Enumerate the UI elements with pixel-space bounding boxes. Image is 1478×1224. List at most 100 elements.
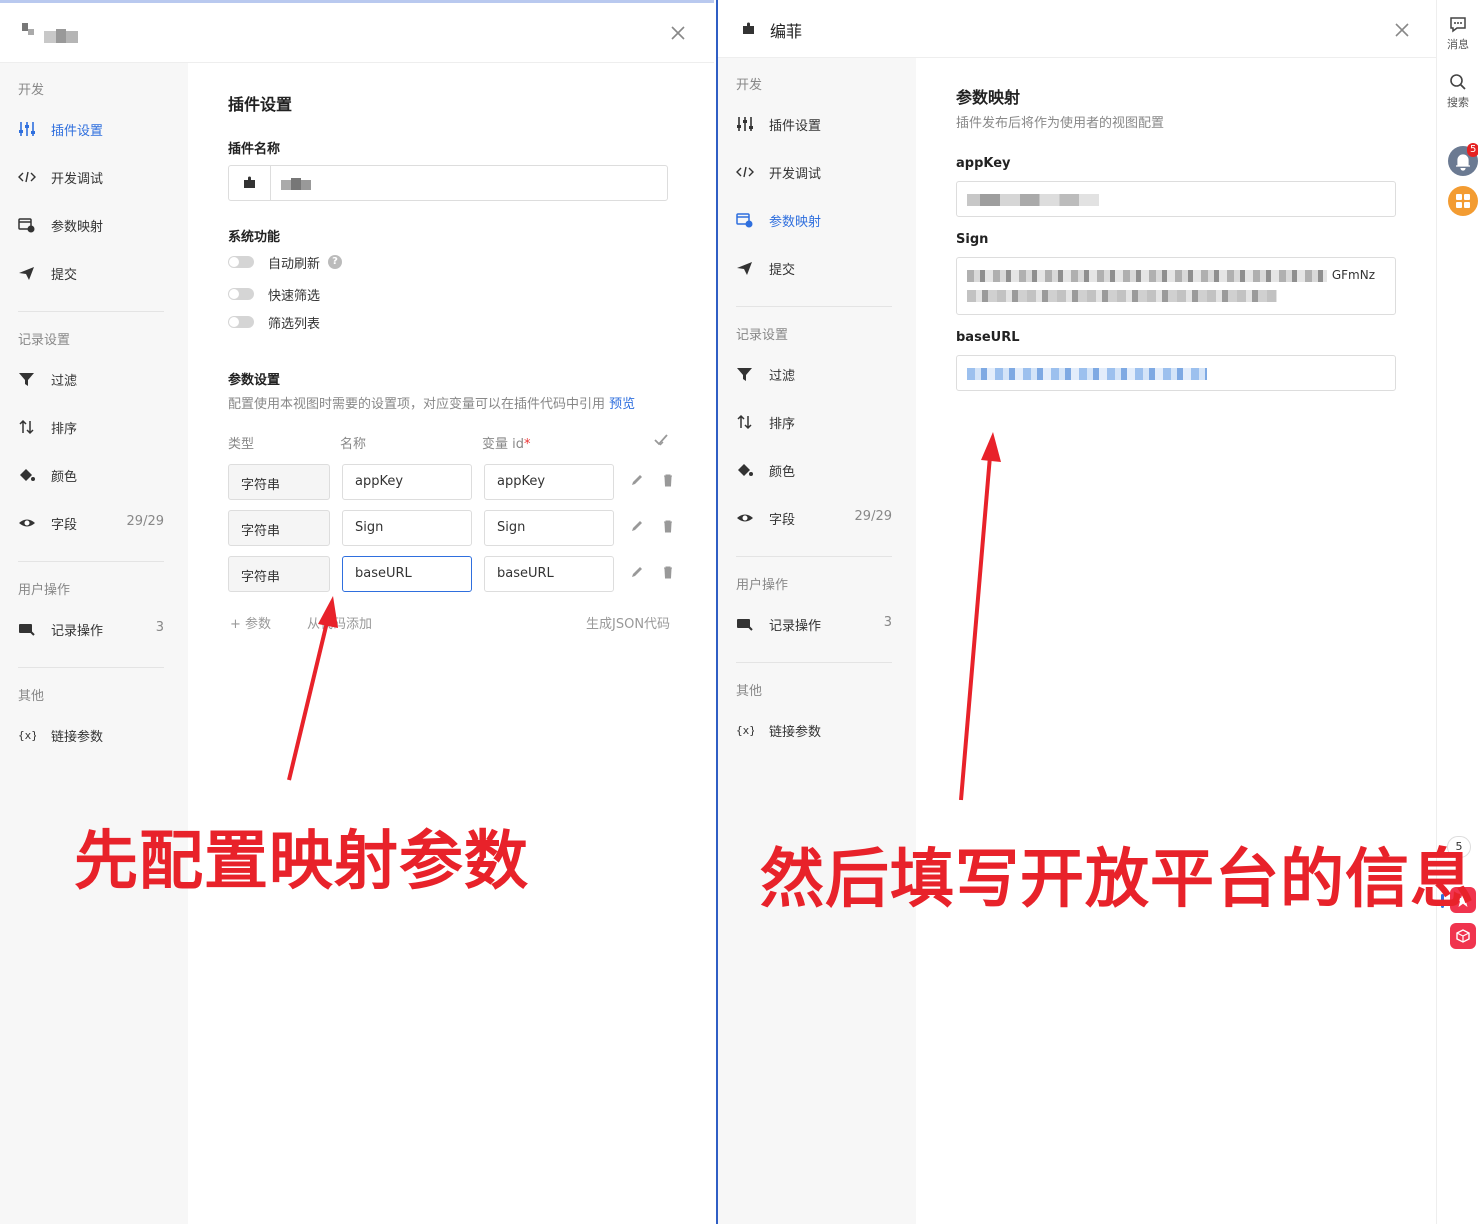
sidebar-item-label: 链接参数 (51, 730, 104, 745)
paint-bucket-icon (18, 467, 36, 483)
sidebar-item[interactable]: 排序 (0, 411, 188, 443)
sidebar-item[interactable]: 字段 29/29 (718, 502, 916, 534)
plugin-name-label: 插件名称 (228, 142, 281, 157)
add-from-code-button[interactable]: 从代码添加 (307, 613, 372, 632)
sidebar-item-count: 3 (155, 620, 164, 635)
preview-link[interactable]: 预览 (609, 397, 635, 412)
sidebar-item-label: 提交 (769, 263, 796, 278)
sidebar-item[interactable]: 颜色 (718, 454, 916, 486)
row-2-var-input[interactable]: Sign (484, 510, 614, 546)
main-content: 插件设置 插件名称 系统功能 自动刷新 ? 快速筛选 筛选列表 参数设置 配置使… (188, 63, 714, 1224)
row-2-delete-icon[interactable] (661, 519, 675, 533)
row-1-delete-icon[interactable] (661, 473, 675, 487)
params-desc: 配置使用本视图时需要的设置项，对应变量可以在插件代码中引用 预览 (228, 397, 636, 412)
row-2-name-input[interactable]: Sign (342, 510, 472, 546)
row-3-var-input[interactable]: baseURL (484, 556, 614, 592)
sidebar-item-count: 29/29 (854, 509, 892, 524)
sidebar-item[interactable]: {x} 链接参数 (0, 719, 188, 751)
quick-filter-toggle[interactable] (228, 288, 254, 300)
sign-value-pixelated-1 (967, 270, 1327, 282)
record-action-icon (736, 616, 754, 632)
sidebar-item[interactable]: 提交 (0, 257, 188, 289)
sidebar-item[interactable]: 插件设置 (718, 108, 916, 140)
sidebar-item-label: 开发调试 (769, 167, 822, 182)
sidebar-item[interactable]: 过滤 (0, 363, 188, 395)
braces-x-icon: {x} (18, 727, 36, 743)
sidebar-item[interactable]: 参数映射 (718, 204, 916, 236)
check-all-icon[interactable] (654, 433, 668, 447)
chat-bubble-icon (1450, 17, 1466, 33)
sidebar-item-label: 链接参数 (769, 725, 822, 740)
sidebar-divider (18, 561, 164, 562)
appkey-input[interactable] (956, 181, 1396, 217)
sidebar-item[interactable]: 字段 29/29 (0, 507, 188, 539)
sidebar-item[interactable]: 记录操作 3 (0, 613, 188, 645)
apps-button[interactable] (1448, 186, 1478, 216)
sidebar-item-label: 颜色 (51, 470, 78, 485)
sidebar-group-title: 用户操作 (18, 583, 71, 598)
filter-list-toggle[interactable] (228, 316, 254, 328)
auto-refresh-toggle[interactable] (228, 256, 254, 268)
sign-label: Sign (956, 232, 989, 247)
search-button[interactable]: 搜索 (1437, 72, 1478, 110)
row-3-type[interactable]: 字符串 (228, 556, 330, 592)
auto-refresh-label: 自动刷新 (268, 257, 321, 272)
sidebar-divider (18, 667, 164, 668)
baseurl-value-pixelated (967, 368, 1207, 380)
row-2-edit-icon[interactable] (630, 519, 644, 533)
sidebar-item-label: 过滤 (769, 369, 796, 384)
annotation-left: 先配置映射参数 (74, 825, 529, 899)
messages-button[interactable]: 消息 (1437, 14, 1478, 52)
sidebar-group-title: 记录设置 (18, 333, 71, 348)
sidebar-item[interactable]: 开发调试 (0, 161, 188, 193)
row-1-name-input[interactable]: appKey (342, 464, 472, 500)
sidebar-item-label: 提交 (51, 268, 78, 283)
sidebar-divider (736, 306, 892, 307)
sidebar-item[interactable]: 过滤 (718, 358, 916, 390)
row-2-type[interactable]: 字符串 (228, 510, 330, 546)
row-1-var-input[interactable]: appKey (484, 464, 614, 500)
row-1-edit-icon[interactable] (630, 473, 644, 487)
sidebar-item[interactable]: 排序 (718, 406, 916, 438)
mapping-icon (736, 212, 754, 228)
sidebar-group-title: 记录设置 (736, 328, 789, 343)
sidebar-item[interactable]: 开发调试 (718, 156, 916, 188)
sidebar-group-title: 其他 (736, 684, 763, 699)
panel-header: 编菲 (718, 0, 1436, 58)
mapping-icon (18, 217, 36, 233)
box-app-button[interactable] (1450, 923, 1476, 949)
sidebar-divider (18, 311, 164, 312)
row-3-name-input[interactable]: baseURL (342, 556, 472, 592)
sidebar-item[interactable]: {x} 链接参数 (718, 714, 916, 746)
generate-json-button[interactable]: 生成JSON代码 (586, 613, 670, 632)
panel-title: 编菲 (770, 22, 803, 41)
sidebar-item-label: 字段 (51, 518, 78, 533)
plugin-logo-pixelated (22, 23, 78, 47)
main-content: 参数映射 插件发布后将作为使用者的视图配置 appKey Sign GFmNz … (916, 58, 1436, 1224)
sidebar-group-title: 其他 (18, 689, 45, 704)
eye-icon (736, 510, 754, 526)
row-3-delete-icon[interactable] (661, 565, 675, 579)
sidebar: 开发 插件设置 开发调试 参数映射 提交 记录设置 过滤 排序 颜色 字段 29/29 用户操作 记录操… (718, 58, 916, 1224)
sidebar-item[interactable]: 参数映射 (0, 209, 188, 241)
row-1-type[interactable]: 字符串 (228, 464, 330, 500)
sidebar-item[interactable]: 提交 (718, 252, 916, 284)
sidebar-item[interactable]: 记录操作 3 (718, 608, 916, 640)
sidebar-item-label: 字段 (769, 513, 796, 528)
close-icon[interactable] (668, 23, 688, 43)
search-icon (1450, 74, 1466, 90)
close-icon[interactable] (1392, 20, 1412, 40)
sign-input[interactable]: GFmNz (956, 257, 1396, 315)
sidebar-item[interactable]: 颜色 (0, 459, 188, 491)
sidebar-item[interactable]: 插件设置 (0, 113, 188, 145)
baseurl-input[interactable] (956, 355, 1396, 391)
sidebar-divider (736, 556, 892, 557)
add-param-button[interactable]: + 参数 (230, 613, 271, 632)
plugin-name-input[interactable] (228, 165, 668, 201)
row-3-edit-icon[interactable] (630, 565, 644, 579)
page-title: 插件设置 (228, 95, 293, 114)
sidebar: 开发 插件设置 开发调试 参数映射 提交 记录设置 过滤 排序 颜色 字段 29/29 用户操作 记录操… (0, 63, 188, 1224)
help-icon[interactable]: ? (328, 255, 342, 269)
sidebar-group-title: 用户操作 (736, 578, 789, 593)
box-icon (1456, 929, 1470, 943)
